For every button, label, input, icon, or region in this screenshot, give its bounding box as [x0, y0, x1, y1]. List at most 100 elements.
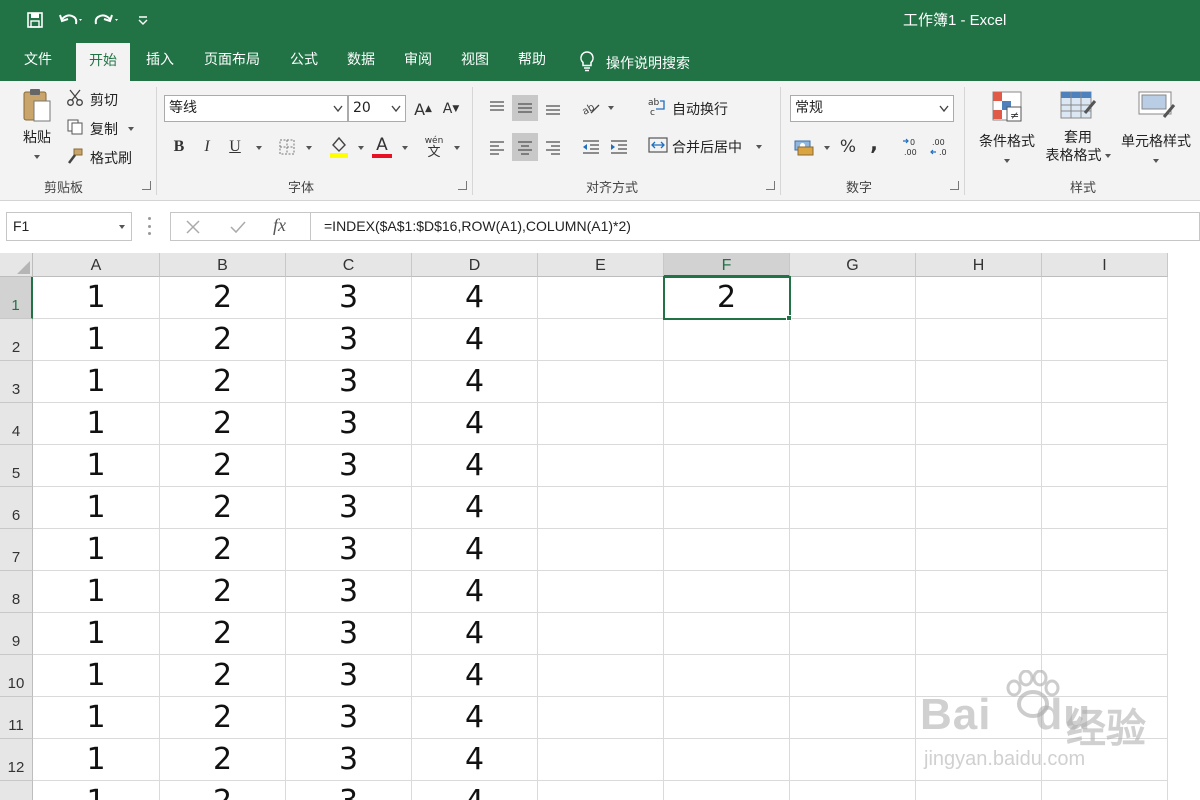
underline-caret-icon[interactable]	[256, 146, 262, 150]
fill-handle[interactable]	[786, 315, 792, 321]
borders-icon[interactable]	[274, 135, 300, 159]
column-header-d[interactable]: D	[412, 253, 538, 277]
cell-c3[interactable]: 3	[286, 361, 412, 403]
cell-d13[interactable]: 4	[412, 781, 538, 800]
cell-h6[interactable]	[916, 487, 1042, 529]
tab-insert[interactable]: 插入	[136, 40, 184, 81]
cell-g7[interactable]	[790, 529, 916, 571]
cell-c4[interactable]: 3	[286, 403, 412, 445]
cell-d9[interactable]: 4	[412, 613, 538, 655]
row-header-4[interactable]: 4	[0, 403, 33, 445]
cell-b13[interactable]: 2	[160, 781, 286, 800]
cell-h5[interactable]	[916, 445, 1042, 487]
formula-bar-grip-icon[interactable]	[148, 217, 152, 235]
cell-f10[interactable]	[664, 655, 790, 697]
cell-b6[interactable]: 2	[160, 487, 286, 529]
select-all-button[interactable]	[0, 253, 33, 277]
cell-a1[interactable]: 1	[33, 277, 160, 319]
cell-f7[interactable]	[664, 529, 790, 571]
cell-g2[interactable]	[790, 319, 916, 361]
cell-a4[interactable]: 1	[33, 403, 160, 445]
cell-d1[interactable]: 4	[412, 277, 538, 319]
cell-g5[interactable]	[790, 445, 916, 487]
format-painter-button[interactable]: 格式刷	[66, 147, 132, 169]
cell-g4[interactable]	[790, 403, 916, 445]
clipboard-launcher-icon[interactable]	[142, 181, 151, 190]
tab-formulas[interactable]: 公式	[280, 40, 328, 81]
column-header-e[interactable]: E	[538, 253, 664, 277]
cell-b8[interactable]: 2	[160, 571, 286, 613]
cell-i3[interactable]	[1042, 361, 1168, 403]
cell-a2[interactable]: 1	[33, 319, 160, 361]
cell-d12[interactable]: 4	[412, 739, 538, 781]
cell-d8[interactable]: 4	[412, 571, 538, 613]
cell-b4[interactable]: 2	[160, 403, 286, 445]
cell-d10[interactable]: 4	[412, 655, 538, 697]
font-size-dropdown[interactable]: 20	[348, 95, 406, 122]
cell-h7[interactable]	[916, 529, 1042, 571]
cell-b1[interactable]: 2	[160, 277, 286, 319]
fill-color-icon[interactable]	[326, 133, 352, 161]
cell-e6[interactable]	[538, 487, 664, 529]
column-header-b[interactable]: B	[160, 253, 286, 277]
cell-h13[interactable]	[916, 781, 1042, 800]
cancel-icon[interactable]	[185, 219, 201, 239]
italic-button[interactable]: I	[196, 135, 218, 159]
cell-g3[interactable]	[790, 361, 916, 403]
cell-styles-button[interactable]: 单元格样式	[1114, 89, 1198, 163]
cell-h2[interactable]	[916, 319, 1042, 361]
cell-c7[interactable]: 3	[286, 529, 412, 571]
cell-g10[interactable]	[790, 655, 916, 697]
cell-b9[interactable]: 2	[160, 613, 286, 655]
cell-f12[interactable]	[664, 739, 790, 781]
format-as-table-button[interactable]: 套用 表格格式	[1040, 89, 1116, 165]
cell-c10[interactable]: 3	[286, 655, 412, 697]
row-header-12[interactable]: 12	[0, 739, 33, 781]
align-right-icon[interactable]	[540, 133, 566, 161]
cell-c6[interactable]: 3	[286, 487, 412, 529]
column-header-g[interactable]: G	[790, 253, 916, 277]
cell-d11[interactable]: 4	[412, 697, 538, 739]
cell-i4[interactable]	[1042, 403, 1168, 445]
cell-c12[interactable]: 3	[286, 739, 412, 781]
row-header-10[interactable]: 10	[0, 655, 33, 697]
alignment-launcher-icon[interactable]	[766, 181, 775, 190]
cell-c11[interactable]: 3	[286, 697, 412, 739]
cell-h4[interactable]	[916, 403, 1042, 445]
tab-data[interactable]: 数据	[337, 40, 385, 81]
copy-button[interactable]: 复制	[66, 118, 134, 140]
cell-e1[interactable]	[538, 277, 664, 319]
cell-c9[interactable]: 3	[286, 613, 412, 655]
cell-b12[interactable]: 2	[160, 739, 286, 781]
cell-d7[interactable]: 4	[412, 529, 538, 571]
cell-e4[interactable]	[538, 403, 664, 445]
tab-page-layout[interactable]: 页面布局	[196, 40, 268, 81]
row-header-9[interactable]: 9	[0, 613, 33, 655]
cell-c2[interactable]: 3	[286, 319, 412, 361]
cell-d6[interactable]: 4	[412, 487, 538, 529]
paste-button[interactable]: 粘贴	[14, 87, 60, 159]
decrease-decimal-icon[interactable]: .00.0	[928, 135, 954, 159]
cell-d4[interactable]: 4	[412, 403, 538, 445]
row-header-11[interactable]: 11	[0, 697, 33, 739]
font-name-dropdown[interactable]: 等线	[164, 95, 348, 122]
phonetic-caret-icon[interactable]	[454, 146, 460, 150]
cell-b7[interactable]: 2	[160, 529, 286, 571]
tab-help[interactable]: 帮助	[508, 40, 556, 81]
cell-a8[interactable]: 1	[33, 571, 160, 613]
cell-e5[interactable]	[538, 445, 664, 487]
cell-f5[interactable]	[664, 445, 790, 487]
cell-e2[interactable]	[538, 319, 664, 361]
cell-e3[interactable]	[538, 361, 664, 403]
cell-g13[interactable]	[790, 781, 916, 800]
cell-h1[interactable]	[916, 277, 1042, 319]
cell-f1[interactable]: 2	[663, 276, 791, 320]
decrease-font-size-icon[interactable]: A ▼	[440, 97, 462, 121]
cell-d5[interactable]: 4	[412, 445, 538, 487]
cell-i9[interactable]	[1042, 613, 1168, 655]
column-header-h[interactable]: H	[916, 253, 1042, 277]
cell-i13[interactable]	[1042, 781, 1168, 800]
cell-g8[interactable]	[790, 571, 916, 613]
cell-e10[interactable]	[538, 655, 664, 697]
cell-e12[interactable]	[538, 739, 664, 781]
